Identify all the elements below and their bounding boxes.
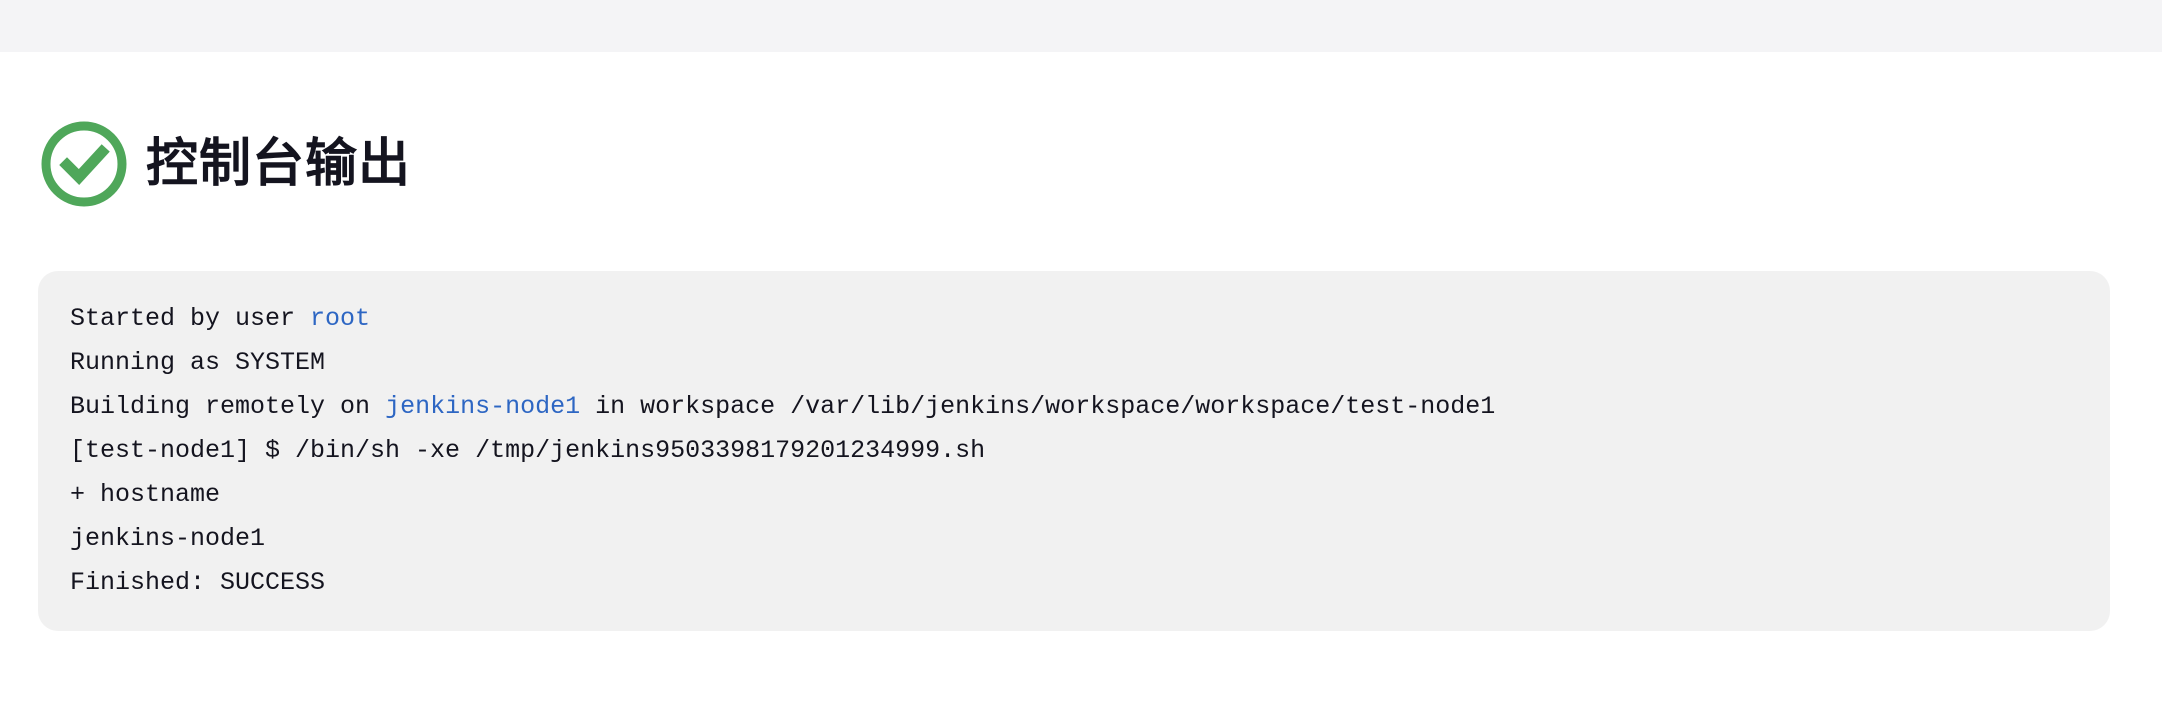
console-text: in workspace /var/lib/jenkins/workspace/… (580, 392, 1496, 421)
console-line: + hostname (70, 480, 221, 509)
console-output: Started by user root Running as SYSTEM B… (38, 271, 2110, 631)
check-circle-icon (40, 120, 128, 208)
console-line: Running as SYSTEM (70, 348, 326, 377)
console-text: Started by user (70, 304, 311, 333)
console-line: Finished: SUCCESS (70, 568, 326, 597)
user-link[interactable]: root (310, 304, 370, 333)
console-line: jenkins-node1 (70, 524, 266, 553)
console-line: Started by user root (70, 297, 2078, 341)
page-header: 控制台输出 (40, 120, 411, 208)
console-line: Building remotely on jenkins-node1 in wo… (70, 385, 2078, 429)
console-text: Building remotely on (70, 392, 386, 421)
console-line: [test-node1] $ /bin/sh -xe /tmp/jenkins9… (70, 436, 986, 465)
top-bar (0, 0, 2162, 52)
node-link[interactable]: jenkins-node1 (385, 392, 580, 421)
page-title: 控制台输出 (146, 135, 412, 193)
